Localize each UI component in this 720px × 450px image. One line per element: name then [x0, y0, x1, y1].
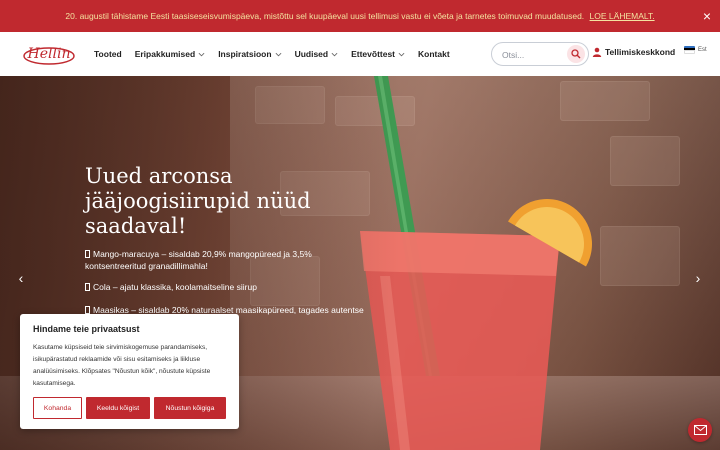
language-selector[interactable]: Est: [684, 46, 707, 54]
announcement-text-wrap: 20. augustil tähistame Eesti taasiseseis…: [65, 11, 654, 21]
chevron-right-icon[interactable]: ›: [692, 271, 704, 285]
chevron-down-icon: [198, 52, 205, 56]
site-header: Hellin Tooted Eripakkumised Inspiratsioo…: [0, 32, 720, 76]
nav-label: Ettevõttest: [351, 49, 396, 59]
nav-uudised[interactable]: Uudised: [295, 49, 339, 59]
announcement-bar: 20. augustil tähistame Eesti taasiseseis…: [0, 0, 720, 32]
nav-inspiratsioon[interactable]: Inspiratsioon: [218, 49, 281, 59]
nav-label: Tooted: [94, 49, 122, 59]
chevron-down-icon: [331, 52, 338, 56]
cookie-reject-button[interactable]: Keeldu kõigist: [86, 397, 150, 419]
order-center-link[interactable]: Tellimiskeskkond: [592, 47, 675, 57]
user-icon: [592, 47, 602, 57]
close-icon[interactable]: ×: [700, 9, 714, 23]
main-nav: Tooted Eripakkumised Inspiratsioon Uudis…: [94, 32, 463, 76]
search-button[interactable]: [567, 45, 585, 63]
cookie-customize-button[interactable]: Kohanda: [33, 397, 82, 419]
wall-stone: [610, 136, 680, 186]
logo-text: Hellin: [27, 46, 71, 62]
cookie-accept-button[interactable]: Nõustun kõigiga: [154, 397, 226, 419]
cookie-text: Kasutame küpsiseid teie sirvimiskogemuse…: [33, 344, 211, 387]
announcement-text: 20. augustil tähistame Eesti taasiseseis…: [65, 11, 585, 21]
chevron-left-icon[interactable]: ‹: [15, 271, 27, 285]
hellin-logo[interactable]: Hellin: [22, 40, 76, 68]
hero-title: Uued arconsa jääjoogisiirupid nüüd saada…: [85, 164, 311, 238]
bullet-text: Mango-maracuya – sisaldab 20,9% mangopür…: [85, 249, 312, 271]
cookie-consent-dialog: Hindame teie privaatsust Kasutame küpsis…: [20, 314, 239, 429]
hero-bullet: Mango-maracuya – sisaldab 20,9% mangopür…: [85, 248, 375, 272]
search-box: [491, 42, 589, 66]
cookie-title: Hindame teie privaatsust: [33, 324, 140, 334]
bullet-icon: [85, 283, 90, 291]
search-input[interactable]: [502, 48, 564, 61]
nav-ettevottest[interactable]: Ettevõttest: [351, 49, 405, 59]
nav-tooted[interactable]: Tooted: [94, 49, 122, 59]
nav-label: Kontakt: [418, 49, 450, 59]
nav-kontakt[interactable]: Kontakt: [418, 49, 450, 59]
order-center-label: Tellimiskeskkond: [605, 47, 676, 57]
nav-label: Eripakkumised: [134, 49, 196, 59]
nav-label: Inspiratsioon: [218, 49, 272, 59]
bullet-icon: [85, 250, 90, 258]
chevron-down-icon: [398, 52, 405, 56]
bullet-icon: [85, 306, 90, 314]
estonian-flag-icon: [684, 46, 695, 54]
nav-label: Uudised: [294, 49, 329, 59]
chevron-down-icon: [275, 52, 281, 56]
mail-icon: [693, 425, 707, 435]
nav-eripakkumised[interactable]: Eripakkumised: [135, 49, 205, 59]
hero-bullet: Cola – ajatu klassika, koolamaitseline s…: [85, 281, 375, 293]
bullet-text: Cola – ajatu klassika, koolamaitseline s…: [93, 282, 257, 292]
language-label: Est: [698, 47, 707, 53]
search-icon: [571, 49, 581, 59]
contact-mail-button[interactable]: [688, 418, 712, 442]
announcement-read-more-link[interactable]: LOE LÄHEMALT.: [590, 11, 655, 21]
